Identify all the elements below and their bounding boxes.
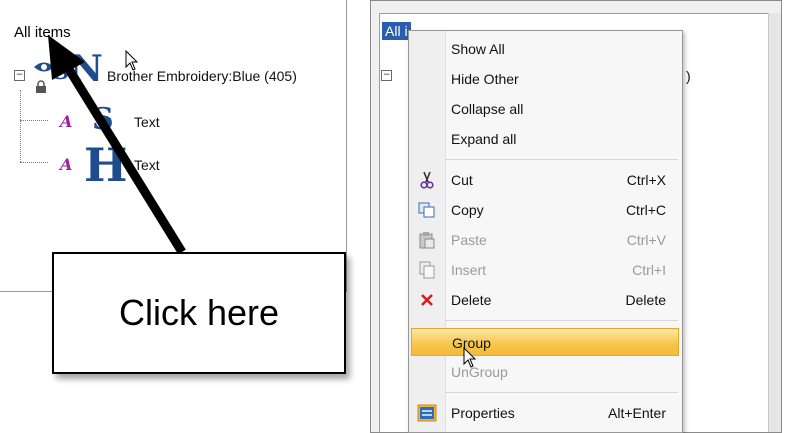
menu-item-ungroup[interactable]: UnGroup	[409, 358, 682, 386]
context-menu: Show All Hide Other Collapse all Expand …	[408, 30, 683, 433]
menu-item-label: Expand all	[451, 131, 517, 147]
menu-item-label: Insert	[451, 262, 487, 278]
menu-item-label: Collapse all	[451, 101, 524, 117]
collapse-expander-icon[interactable]: −	[381, 70, 392, 81]
menu-item-label: Delete	[451, 292, 492, 308]
menu-item-shortcut: Ctrl+C	[625, 202, 666, 218]
menu-item-label: Paste	[451, 232, 487, 248]
copy-icon	[417, 201, 437, 219]
delete-x-icon	[417, 291, 437, 309]
menu-item-shortcut: Ctrl+V	[626, 232, 666, 248]
paste-icon	[417, 231, 437, 249]
menu-item-paste[interactable]: Paste Ctrl+V	[409, 226, 682, 254]
mouse-cursor-icon	[463, 347, 477, 368]
menu-item-label: Show All	[451, 41, 505, 57]
menu-item-label: Cut	[451, 172, 473, 188]
tree-node-label-fragment: )	[686, 68, 691, 84]
menu-item-delete[interactable]: Delete Delete	[409, 286, 682, 314]
menu-item-shortcut: Ctrl+I	[632, 262, 666, 278]
menu-item-shortcut: Alt+Enter	[608, 405, 666, 421]
tree-root-all-items-selected[interactable]: All i	[382, 22, 411, 40]
menu-item-show-all[interactable]: Show All	[409, 35, 682, 63]
menu-item-hide-other[interactable]: Hide Other	[409, 65, 682, 93]
menu-item-label: Hide Other	[451, 71, 519, 87]
menu-item-label: Properties	[451, 405, 515, 421]
click-here-callout: Click here	[52, 252, 346, 374]
menu-separator	[445, 159, 678, 160]
menu-separator	[445, 392, 678, 393]
menu-item-cut[interactable]: Cut Ctrl+X	[409, 166, 682, 194]
scissors-icon	[417, 171, 437, 189]
menu-item-expand-all[interactable]: Expand all	[409, 125, 682, 153]
menu-item-copy[interactable]: Copy Ctrl+C	[409, 196, 682, 224]
menu-item-shortcut: Delete	[625, 292, 666, 308]
properties-icon	[417, 404, 437, 422]
menu-item-label: UnGroup	[451, 364, 508, 380]
menu-item-group[interactable]: Group	[411, 328, 679, 356]
callout-text: Click here	[118, 292, 280, 333]
vertical-scrollbar[interactable]	[768, 13, 781, 432]
insert-icon	[417, 261, 437, 279]
menu-item-label: Copy	[451, 202, 484, 218]
menu-item-collapse-all[interactable]: Collapse all	[409, 95, 682, 123]
menu-separator	[445, 320, 678, 321]
menu-item-properties[interactable]: Properties Alt+Enter	[409, 399, 682, 427]
menu-item-insert[interactable]: Insert Ctrl+I	[409, 256, 682, 284]
menu-item-shortcut: Ctrl+X	[626, 172, 666, 188]
